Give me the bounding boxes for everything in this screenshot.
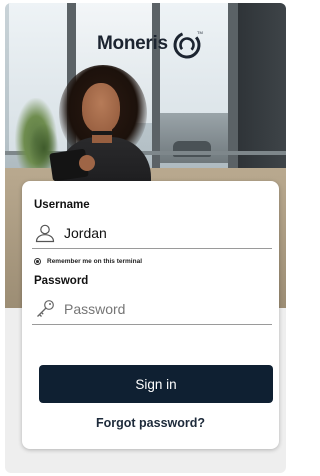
username-label: Username (34, 199, 90, 211)
username-value[interactable]: Jordan (64, 225, 107, 241)
remember-me-option[interactable]: Remember me on this terminal (34, 258, 142, 265)
key-icon (37, 300, 54, 317)
app-frame: Moneris TM Username Jordan Remember me o… (5, 3, 286, 473)
user-icon (35, 224, 55, 243)
password-field[interactable] (32, 294, 272, 325)
password-input[interactable] (64, 301, 244, 317)
moneris-swirl-icon: TM (173, 30, 203, 59)
remember-me-label: Remember me on this terminal (47, 258, 142, 265)
password-label: Password (34, 275, 89, 287)
sign-in-button[interactable]: Sign in (39, 365, 273, 403)
radio-icon[interactable] (34, 258, 41, 265)
logo-text: Moneris (97, 33, 168, 54)
forgot-password-link[interactable]: Forgot password? (22, 416, 279, 430)
trademark-mark: TM (197, 30, 203, 35)
login-card: Username Jordan Remember me on this term… (22, 181, 279, 449)
username-field[interactable]: Jordan (32, 218, 272, 249)
moneris-logo: Moneris TM (97, 26, 206, 62)
